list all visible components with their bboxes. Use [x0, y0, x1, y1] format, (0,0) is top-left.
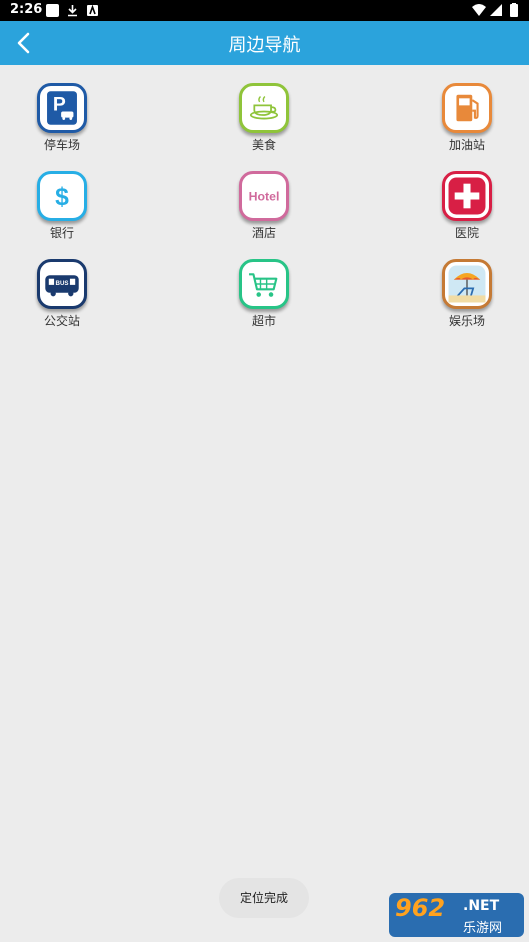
watermark-domain: .NET	[463, 898, 500, 914]
download-icon	[68, 5, 77, 17]
category-item[interactable]: 美食	[214, 83, 314, 163]
gas-pump-icon	[442, 83, 492, 133]
category-label: 超市	[251, 314, 276, 328]
watermark-number: 962	[395, 894, 446, 922]
category-label: 酒店	[251, 226, 276, 240]
watermark-logo: 962 .NET 乐游网	[389, 893, 524, 937]
category-label: 医院	[454, 226, 479, 240]
signal-icon	[490, 4, 502, 16]
category-label: 美食	[251, 138, 276, 152]
svg-text:Hotel: Hotel	[249, 189, 280, 203]
svg-text:BUS: BUS	[56, 280, 69, 287]
category-item[interactable]: 娱乐场	[417, 259, 517, 339]
svg-text:$: $	[55, 184, 69, 211]
category-item[interactable]: 医院	[417, 171, 517, 251]
category-item[interactable]: Hotel 酒店	[214, 171, 314, 251]
title-bar: 周边导航	[0, 21, 529, 65]
category-item[interactable]: P 停车场	[12, 83, 112, 163]
category-label: 加油站	[448, 138, 485, 152]
category-label: 娱乐场	[448, 314, 485, 328]
shopping-cart-icon	[239, 259, 289, 309]
bus-icon: BUS	[37, 259, 87, 309]
app-notification-icon	[87, 4, 98, 16]
category-label: 公交站	[43, 314, 80, 328]
toast-message: 定位完成	[219, 878, 309, 918]
category-item[interactable]: BUS 公交站	[12, 259, 112, 339]
battery-icon	[510, 4, 518, 17]
dollar-icon: $	[37, 171, 87, 221]
category-item[interactable]: 加油站	[417, 83, 517, 163]
status-time: 2:26	[10, 2, 43, 17]
coffee-cup-icon	[239, 83, 289, 133]
medical-cross-icon	[442, 171, 492, 221]
page-title: 周边导航	[228, 35, 301, 56]
notification-icon	[46, 4, 59, 17]
parking-icon: P	[37, 83, 87, 133]
beach-umbrella-icon	[442, 259, 492, 309]
status-bar: 2:26	[0, 0, 529, 21]
category-label: 银行	[49, 226, 74, 240]
category-item[interactable]: 超市	[214, 259, 314, 339]
category-item[interactable]: $ 银行	[12, 171, 112, 251]
category-label: 停车场	[43, 138, 80, 152]
system-status-icons	[472, 3, 518, 17]
hotel-icon: Hotel	[239, 171, 289, 221]
watermark-site: 乐游网	[463, 921, 503, 936]
wifi-icon	[472, 4, 486, 16]
